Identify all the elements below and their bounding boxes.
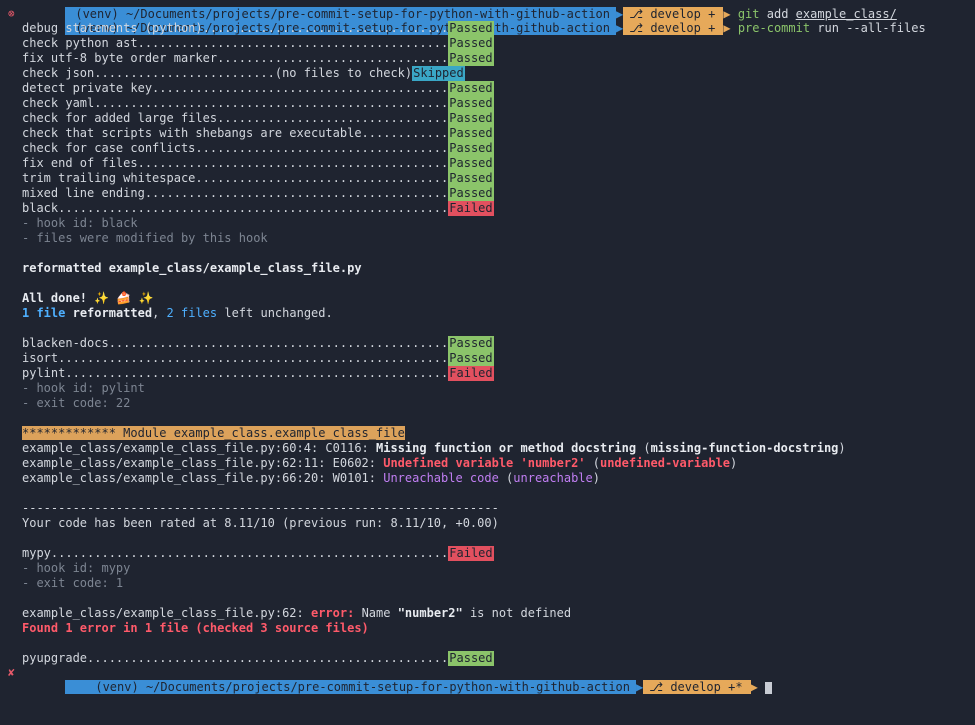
hook-label: fix end of files........................… [22, 156, 449, 170]
pylint-rating: Your code has been rated at 8.11/10 (pre… [22, 516, 499, 530]
hook-label: mixed line ending.......................… [22, 186, 449, 200]
black-done-line: All done! ✨ 🍰 ✨ [22, 291, 154, 305]
status-badge-failed: Failed [448, 366, 494, 381]
black-summary-line: 1 file reformatted, 2 files left unchang… [22, 306, 333, 320]
hook-line: isort...................................… [0, 351, 975, 366]
hook-label: isort...................................… [22, 351, 449, 365]
hook-line: check python ast........................… [0, 36, 975, 51]
pylint-message: example_class/example_class_file.py:60:4… [22, 441, 846, 455]
hook-line: trim trailing whitespace................… [0, 171, 975, 186]
status-badge-passed: Passed [448, 141, 494, 156]
error-x-icon: ✘ [8, 666, 15, 679]
hook-line: blacken-docs............................… [0, 336, 975, 351]
hook-line: check yaml..............................… [0, 96, 975, 111]
hook-label: pyupgrade...............................… [22, 651, 449, 665]
terminal-window[interactable]: (venv) ~/Documents/projects/pre-commit-s… [0, 0, 975, 694]
status-badge-passed: Passed [448, 81, 494, 96]
git-branch: develop [670, 680, 721, 694]
venv-label: (venv) [95, 680, 139, 694]
hook-line: mixed line ending.......................… [0, 186, 975, 201]
status-badge-passed: Passed [448, 651, 494, 666]
status-badge-passed: Passed [448, 156, 494, 171]
hook-line: pyupgrade...............................… [0, 651, 975, 666]
hook-label: black...................................… [22, 201, 449, 215]
hook-label: check for added large files.............… [22, 111, 449, 125]
hook-label: check yaml..............................… [22, 96, 449, 110]
status-badge-passed: Passed [448, 51, 494, 66]
pylint-module-header: ************* Module example_class.examp… [22, 426, 405, 440]
hook-line: check that scripts with shebangs are exe… [0, 126, 975, 141]
hook-label: debug statements (python)...............… [22, 21, 449, 35]
hook-label: detect private key......................… [22, 81, 449, 95]
status-badge-passed: Passed [448, 186, 494, 201]
status-badge-failed: Failed [448, 201, 494, 216]
hook-label: pylint..................................… [22, 366, 449, 380]
pylint-separator: ----------------------------------------… [22, 501, 499, 515]
hook-line: black...................................… [0, 201, 975, 216]
status-badge-passed: Passed [448, 336, 494, 351]
prompt-current: ⊗ (venv) ~/Documents/projects/pre-commit… [8, 7, 926, 35]
hook-line: fix utf-8 byte order marker.............… [0, 51, 975, 66]
pylint-message: example_class/example_class_file.py:62:1… [22, 456, 738, 470]
status-badge-passed: Passed [448, 36, 494, 51]
status-badge-passed: Passed [448, 21, 494, 36]
status-badge-passed: Passed [448, 111, 494, 126]
git-dirty-marker: +* [728, 680, 743, 694]
mypy-error-line: example_class/example_class_file.py:62: … [22, 606, 572, 620]
hook-id-line: - hook id: mypy [22, 561, 131, 575]
hook-id-line: - hook id: black [22, 216, 138, 230]
hook-label: fix utf-8 byte order marker.............… [22, 51, 449, 65]
exit-code-line: - exit code: 1 [22, 576, 124, 590]
hook-label: mypy....................................… [22, 546, 449, 560]
hook-line: debug statements (python)...............… [0, 21, 975, 36]
exit-code-line: - exit code: 22 [22, 396, 131, 410]
hook-line: pylint..................................… [0, 366, 975, 381]
mypy-found-line: Found 1 error in 1 file (checked 3 sourc… [22, 621, 369, 635]
prompt-next[interactable]: ✘ (venv) ~/Documents/projects/pre-commit… [0, 665, 975, 694]
hook-line: detect private key......................… [0, 81, 975, 96]
branch-icon: ⎇ [649, 680, 664, 694]
hook-label: check json.........................(no f… [22, 66, 413, 80]
status-badge-passed: Passed [448, 351, 494, 366]
hook-label: check that scripts with shebangs are exe… [22, 126, 449, 140]
hook-label: check python ast........................… [22, 36, 449, 50]
status-badge-passed: Passed [448, 171, 494, 186]
black-reformatted-line: reformatted example_class/example_class_… [22, 261, 362, 275]
cwd-path: ~/Documents/projects/pre-commit-setup-fo… [145, 680, 631, 694]
hook-label: check for case conflicts................… [22, 141, 449, 155]
hook-line: check json.........................(no f… [0, 66, 975, 81]
hook-label: trim trailing whitespace................… [22, 171, 449, 185]
hook-line: check for added large files.............… [0, 111, 975, 126]
hook-line: mypy....................................… [0, 546, 975, 561]
hook-modified-line: - files were modified by this hook [22, 231, 268, 245]
status-badge-passed: Passed [448, 96, 494, 111]
status-badge-skipped: Skipped [412, 66, 465, 81]
hook-id-line: - hook id: pylint [22, 381, 145, 395]
hook-line: fix end of files........................… [0, 156, 975, 171]
hook-line: check for case conflicts................… [0, 141, 975, 156]
status-badge-passed: Passed [448, 126, 494, 141]
text-cursor[interactable] [765, 681, 773, 694]
hook-label: blacken-docs............................… [22, 336, 449, 350]
pylint-message: example_class/example_class_file.py:66:2… [22, 471, 600, 485]
status-badge-failed: Failed [448, 546, 494, 561]
error-status-icon: ⊗ [8, 7, 15, 20]
